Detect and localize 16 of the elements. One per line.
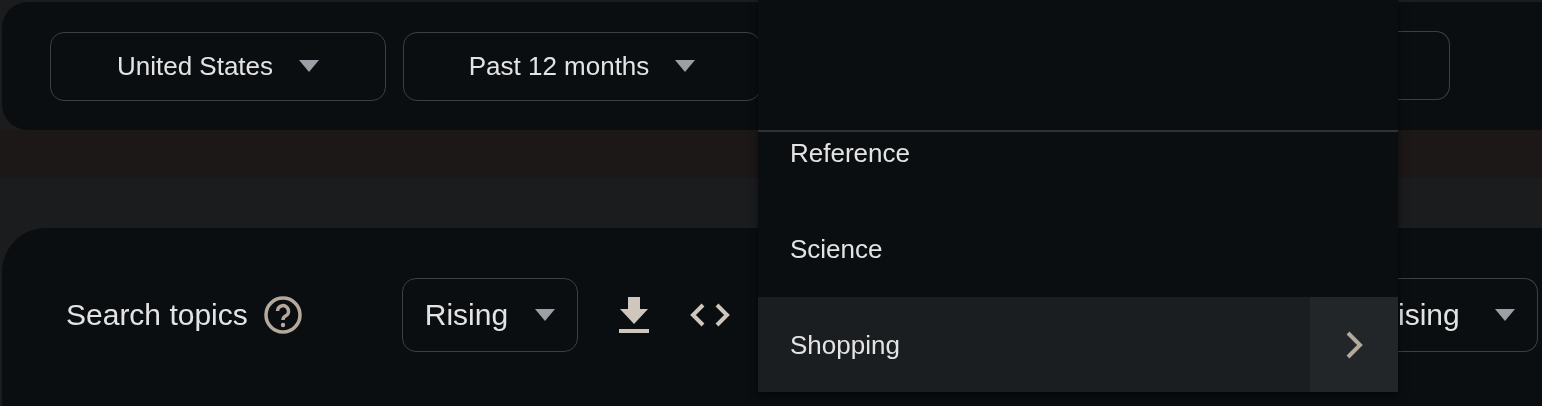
menu-item[interactable]: Shopping bbox=[758, 297, 1398, 392]
filter-dropdown[interactable]: Past 12 months bbox=[403, 31, 761, 101]
caret-icon bbox=[534, 309, 555, 321]
filter-dropdown[interactable]: United States bbox=[50, 31, 386, 101]
chevron-right-icon bbox=[1345, 331, 1363, 359]
menu-item[interactable]: Science bbox=[758, 201, 1398, 297]
download-icon[interactable] bbox=[617, 297, 650, 333]
sort-dropdown[interactable]: ising bbox=[1398, 278, 1538, 352]
sort-dropdown[interactable]: Rising bbox=[401, 278, 578, 352]
caret-icon bbox=[1495, 309, 1515, 321]
caret-icon bbox=[299, 60, 320, 72]
embed-icon[interactable] bbox=[689, 302, 730, 328]
section-title: Search topics bbox=[66, 298, 248, 332]
caret-icon bbox=[675, 60, 696, 72]
help-icon[interactable] bbox=[263, 296, 302, 334]
menu-item[interactable]: Reference bbox=[758, 132, 1398, 201]
